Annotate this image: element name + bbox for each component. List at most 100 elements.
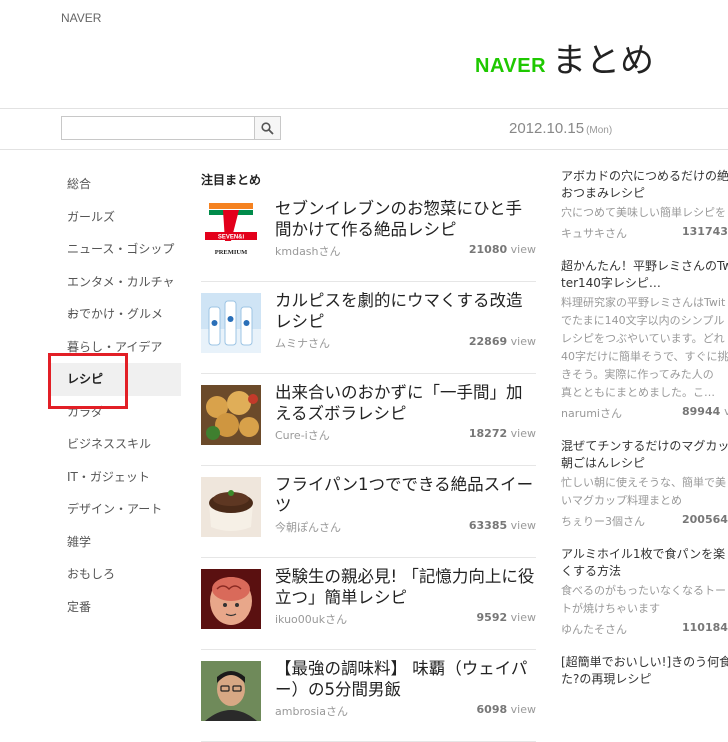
side-item-desc-line: 真とともにまとめました。こ…: [561, 386, 715, 399]
side-item-title-line[interactable]: 超かんたん！平野レミさんのTw: [561, 258, 728, 275]
view-number: 6098: [476, 703, 508, 716]
view-count: 63385 view: [469, 519, 536, 532]
date-text: 2012.10.15: [509, 120, 585, 137]
side-item-title-line[interactable]: くする方法: [561, 563, 728, 580]
nav-item-sogo[interactable]: 総合: [51, 168, 181, 201]
view-label: view: [510, 703, 536, 716]
search-button[interactable]: [255, 116, 281, 140]
side-list-item[interactable]: アルミホイル1枚で食パンを楽 くする方法 食べるのがもったいなくなるトー トが焼…: [561, 546, 728, 637]
date-display: 2012.10.15 (Mon): [509, 120, 612, 137]
thumbnail-fried-food[interactable]: [201, 385, 261, 445]
side-view-count: 89944 v: [682, 405, 728, 418]
side-item-meta: キュサキさん 131743 v: [561, 225, 728, 241]
side-matome-list: アボカドの穴につめるだけの絶 おつまみレシピ 穴につめて美味しい簡単レシピを キ…: [561, 168, 728, 705]
search-icon: [261, 122, 274, 135]
side-item-title-line[interactable]: 混ぜてチンするだけのマグカッ: [561, 438, 728, 455]
view-number: 9592: [476, 611, 508, 624]
view-number: 22869: [468, 335, 508, 348]
selection-highlight-box: [48, 353, 128, 409]
side-item-meta: ゆんたそさん 110184 v: [561, 621, 728, 637]
side-item-title-line[interactable]: た?の再現レシピ: [561, 671, 728, 688]
nav-item-design-art[interactable]: デザイン・アート: [51, 493, 181, 526]
card-title[interactable]: フライパン1つでできる絶品スイーツ: [275, 474, 537, 516]
side-item-desc-line: 忙しい朝に使えそうな、簡単で美: [561, 476, 726, 489]
side-item-desc-line: トが焼けちゃいます: [561, 602, 660, 615]
side-item-desc-line: 40字だけに簡単そうで、すぐに挑: [561, 350, 728, 363]
side-item-meta: ちぇりー3個さん 200564 v: [561, 513, 728, 529]
view-number: 18272: [468, 427, 508, 440]
side-list-item[interactable]: 混ぜてチンするだけのマグカッ 朝ごはんレシピ 忙しい朝に使えそうな、簡単で美 い…: [561, 438, 728, 529]
list-item[interactable]: フライパン1つでできる絶品スイーツ 今朝ぽんさん 63385 view: [201, 466, 536, 558]
card-title[interactable]: 受験生の親必見! 「記憶力向上に役立つ」簡単レシピ: [275, 566, 537, 608]
section-title: 注目まとめ: [201, 173, 262, 187]
view-label: view: [510, 519, 536, 532]
list-item[interactable]: 【最強の調味料】 味覇（ウェイパー）の5分間男飯 ambrosiaさん 6098…: [201, 650, 536, 742]
side-list-item[interactable]: [超簡単でおいしい!]きのう何食 た?の再現レシピ: [561, 654, 728, 688]
view-label: view: [510, 335, 536, 348]
view-count: 6098 view: [477, 703, 536, 716]
nav-item-business-skill[interactable]: ビジネススキル: [51, 428, 181, 461]
side-item-desc-line: いマグカップ料理まとめ: [561, 494, 682, 507]
side-view-number: 110184: [682, 621, 728, 634]
side-item-title-line[interactable]: 朝ごはんレシピ: [561, 455, 728, 472]
side-item-title-line[interactable]: おつまみレシピ: [561, 185, 728, 202]
view-number: 21080: [468, 243, 508, 256]
logo-naver-text: NAVER: [475, 55, 547, 77]
nav-item-news-gossip[interactable]: ニュース・ゴシップ: [51, 233, 181, 266]
view-count: 21080 view: [469, 243, 536, 256]
side-item-title-line[interactable]: ter140字レシピ…: [561, 275, 728, 292]
card-title[interactable]: 出来合いのおかずに「一手間」加えるズボラレシピ: [275, 382, 537, 424]
side-item-desc-line: 穴につめて美味しい簡単レシピを: [561, 206, 726, 219]
side-list-item[interactable]: 超かんたん！平野レミさんのTw ter140字レシピ… 料理研究家の平野レミさん…: [561, 258, 728, 421]
svg-text:SEVEN&i: SEVEN&i: [218, 235, 245, 241]
thumbnail-calpis[interactable]: [201, 293, 261, 353]
view-number: 63385: [468, 519, 508, 532]
search-input[interactable]: [61, 116, 255, 140]
card-title[interactable]: カルピスを劇的にウマくする改造レシピ: [275, 290, 537, 332]
side-item-title-line[interactable]: アボカドの穴につめるだけの絶: [561, 168, 728, 185]
side-view-number: 200564: [682, 513, 728, 526]
nav-item-zatsugaku[interactable]: 雑学: [51, 526, 181, 559]
side-item-author[interactable]: ゆんたそさん: [561, 623, 627, 636]
nav-item-odekake-gourmet[interactable]: おでかけ・グルメ: [51, 298, 181, 331]
naver-matome-logo[interactable]: NAVER まとめ: [475, 33, 654, 82]
side-item-desc-line: でたまに140文字以内のシンプル: [561, 314, 725, 327]
thumbnail-portrait[interactable]: [201, 661, 261, 721]
thumbnail-brain[interactable]: [201, 569, 261, 629]
side-item-desc-line: レシピをつぶやいています。どれ: [561, 332, 725, 345]
toolbar-divider: [0, 149, 728, 150]
list-item[interactable]: カルピスを劇的にウマくする改造レシピ ムミナさん 22869 view: [201, 282, 536, 374]
nav-item-teiban[interactable]: 定番: [51, 591, 181, 624]
card-title[interactable]: 【最強の調味料】 味覇（ウェイパー）の5分間男飯: [275, 658, 537, 700]
side-view-count: 200564 v: [682, 513, 728, 526]
nav-item-omoshiro[interactable]: おもしろ: [51, 558, 181, 591]
nav-item-girls[interactable]: ガールズ: [51, 201, 181, 234]
thumbnail-cake[interactable]: [201, 477, 261, 537]
side-item-author[interactable]: ちぇりー3個さん: [561, 515, 645, 528]
view-label: view: [510, 611, 536, 624]
side-item-desc-line: 食べるのがもったいなくなるトー: [561, 584, 726, 597]
list-item[interactable]: 出来合いのおかずに「一手間」加えるズボラレシピ Cure-iさん 18272 v…: [201, 374, 536, 466]
thumbnail-seven-eleven[interactable]: SEVEN&i PREMIUM: [201, 201, 261, 261]
side-item-author[interactable]: narumiさん: [561, 407, 622, 420]
side-item-title-line[interactable]: [超簡単でおいしい!]きのう何食: [561, 654, 728, 671]
side-view-number: 131743: [682, 225, 728, 238]
nav-item-it-gadget[interactable]: IT・ガジェット: [51, 461, 181, 494]
naver-top-link[interactable]: NAVER: [61, 11, 101, 25]
featured-feed: SEVEN&i PREMIUM セブンイレブンのお惣菜にひと手間かけて作る絶品レ…: [201, 190, 536, 742]
side-view-count: 110184 v: [682, 621, 728, 634]
card-title[interactable]: セブンイレブンのお惣菜にひと手間かけて作る絶品レシピ: [275, 198, 537, 240]
side-list-item[interactable]: アボカドの穴につめるだけの絶 おつまみレシピ 穴につめて美味しい簡単レシピを キ…: [561, 168, 728, 241]
side-item-desc-line: きそう。実際に作ってみた人の: [561, 368, 714, 381]
svg-text:PREMIUM: PREMIUM: [215, 249, 248, 256]
side-item-author[interactable]: キュサキさん: [561, 227, 627, 240]
view-count: 22869 view: [469, 335, 536, 348]
nav-item-entame-culture[interactable]: エンタメ・カルチャー: [51, 266, 181, 322]
side-view-number: 89944: [682, 405, 721, 418]
day-of-week: (Mon): [586, 125, 613, 136]
view-label: view: [510, 427, 536, 440]
list-item[interactable]: SEVEN&i PREMIUM セブンイレブンのお惣菜にひと手間かけて作る絶品レ…: [201, 190, 536, 282]
list-item[interactable]: 受験生の親必見! 「記憶力向上に役立つ」簡単レシピ ikuo00ukさん 959…: [201, 558, 536, 650]
side-item-title-line[interactable]: アルミホイル1枚で食パンを楽: [561, 546, 728, 563]
side-view-label: v: [724, 405, 728, 418]
